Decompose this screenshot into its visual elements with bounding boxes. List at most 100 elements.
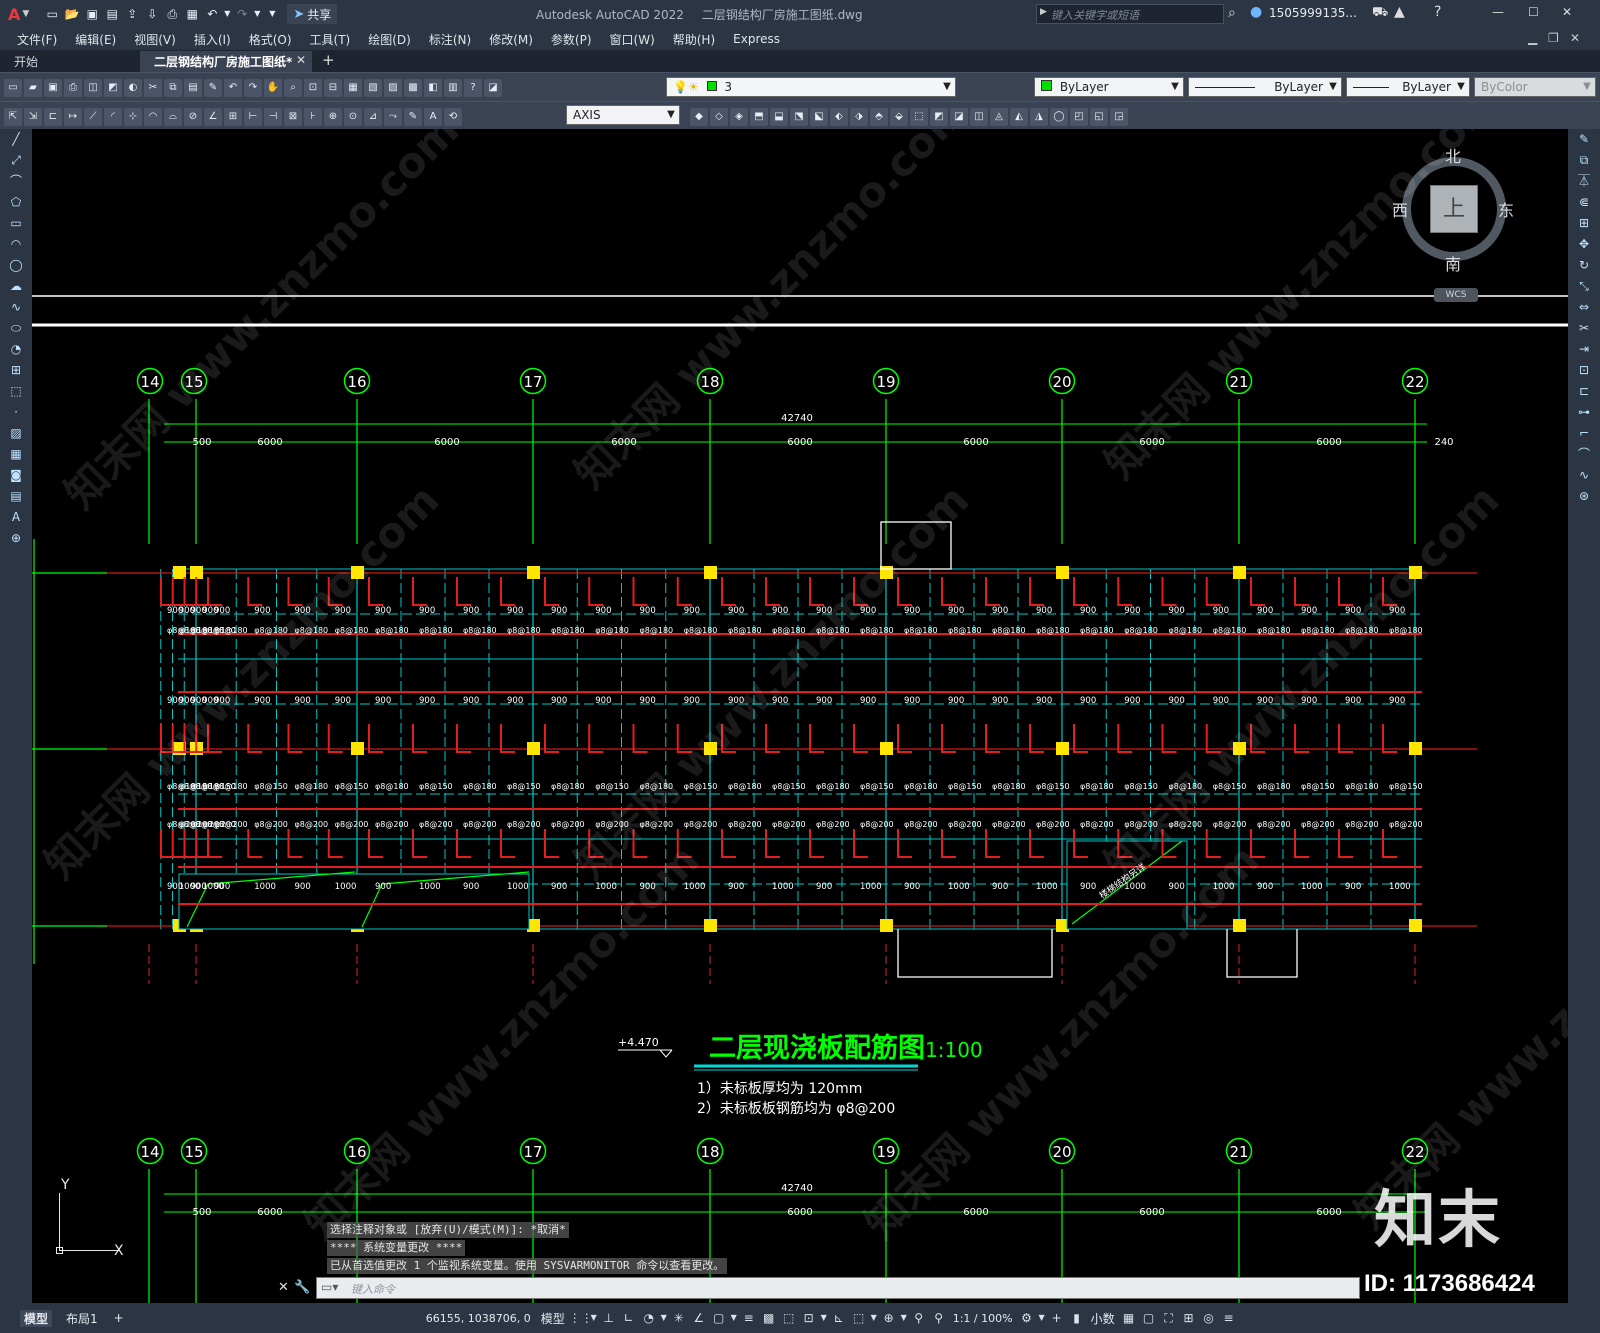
linetype-combo[interactable]: ByLayer ▼ — [1188, 77, 1342, 97]
customize-qat-icon[interactable]: ▼ — [263, 5, 281, 23]
insert-block-icon[interactable]: ⊞ — [0, 360, 32, 381]
imprint-icon[interactable]: ◬ — [990, 107, 1008, 126]
quickcalc-icon[interactable]: ▥ — [444, 78, 462, 97]
menu-file[interactable]: 文件(F) — [8, 31, 66, 48]
viewcube[interactable]: 上 北 南 西 东 — [1392, 145, 1516, 274]
selection-filter-menu-icon[interactable]: ▼ — [869, 1308, 879, 1328]
cut-icon[interactable]: ✂ — [144, 78, 162, 97]
blend-curves-icon[interactable]: ∿ — [1568, 465, 1600, 486]
doc-restore-button[interactable]: ❐ — [1548, 31, 1559, 45]
erase-icon[interactable]: ✎ — [1568, 129, 1600, 150]
ucs-icon[interactable]: ◲ — [1110, 107, 1128, 126]
doc-minimize-button[interactable]: ▁ — [1528, 31, 1537, 45]
properties-icon[interactable]: ▦ — [344, 78, 362, 97]
layer-combo[interactable]: 💡☀ 3 ▼ — [666, 77, 956, 97]
menu-dimension[interactable]: 标注(N) — [420, 31, 480, 48]
copy-icon[interactable]: ⧉ — [164, 78, 182, 97]
autodesk-a360-icon[interactable]: ▲ — [1394, 4, 1405, 20]
menu-edit[interactable]: 编辑(E) — [66, 31, 125, 48]
menu-parametric[interactable]: 参数(P) — [542, 31, 601, 48]
osnap-tracking-icon[interactable]: ∠ — [689, 1308, 709, 1328]
menu-draw[interactable]: 绘图(D) — [359, 31, 420, 48]
menu-modify[interactable]: 修改(M) — [480, 31, 542, 48]
new-tab-button[interactable]: + — [312, 51, 345, 72]
break-icon[interactable]: ⊏ — [1568, 381, 1600, 402]
table-icon[interactable]: ▤ — [0, 486, 32, 507]
slice-icon[interactable]: ◪ — [950, 107, 968, 126]
polyline-icon[interactable]: ⌒ — [0, 171, 32, 192]
command-prompt-icon[interactable]: ▭▾ — [321, 1280, 338, 1294]
menu-format[interactable]: 格式(O) — [240, 31, 301, 48]
intersect-icon[interactable]: ◩ — [930, 107, 948, 126]
lineweight-icon[interactable]: ≡ — [739, 1308, 759, 1328]
check-icon[interactable]: ◯ — [1050, 107, 1068, 126]
color-combo[interactable]: ByLayer ▼ — [1034, 77, 1184, 97]
plot-icon[interactable]: ⎙ — [64, 78, 82, 97]
polar-icon[interactable]: ◔ — [639, 1308, 659, 1328]
extrude-icon[interactable]: ⬕ — [810, 107, 828, 126]
menu-window[interactable]: 窗口(W) — [601, 31, 664, 48]
publish-icon[interactable]: ◩ — [104, 78, 122, 97]
command-input[interactable]: ▭▾ 键入命令 — [316, 1277, 1360, 1299]
cart-icon[interactable]: ⛟ — [1372, 5, 1388, 22]
minimize-button[interactable]: — — [1492, 5, 1504, 19]
tolerance-icon[interactable]: ⊕ — [324, 107, 342, 126]
isodraft-icon[interactable]: ✳ — [669, 1308, 689, 1328]
ortho-icon[interactable]: ∟ — [619, 1308, 639, 1328]
redo-dropdown-icon[interactable]: ▼ — [253, 5, 261, 23]
trim-icon[interactable]: ✂ — [1568, 318, 1600, 339]
search-box[interactable]: ▶ 键入关键字或短语 — [1036, 4, 1224, 24]
jogged-icon[interactable]: ⌓ — [164, 107, 182, 126]
lineweight-combo[interactable]: ByLayer ▼ — [1346, 77, 1470, 97]
sweep-icon[interactable]: ⬗ — [850, 107, 868, 126]
design-center-icon[interactable]: ▧ — [364, 78, 382, 97]
layout-tab-layout1[interactable]: 布局1 — [62, 1310, 102, 1327]
dim-break-icon[interactable]: ⊦ — [304, 107, 322, 126]
export-icon[interactable]: ⇩ — [143, 5, 161, 23]
diameter-icon[interactable]: ⊘ — [184, 107, 202, 126]
lock-ui-icon[interactable]: ▢ — [1139, 1308, 1159, 1328]
plot-icon[interactable]: ▦ — [183, 5, 201, 23]
ellipse-arc-icon[interactable]: ◔ — [0, 339, 32, 360]
revision-cloud-icon[interactable]: ☁ — [0, 276, 32, 297]
jog-line-icon[interactable]: ⤳ — [384, 107, 402, 126]
undo-icon[interactable]: ↶ — [203, 5, 221, 23]
preview-icon[interactable]: ◫ — [84, 78, 102, 97]
save-icon[interactable]: ▣ — [44, 78, 62, 97]
open-icon[interactable]: ▰ — [24, 78, 42, 97]
snap-icon[interactable]: ⊥ — [599, 1308, 619, 1328]
tool-palettes-icon[interactable]: ▨ — [384, 78, 402, 97]
join-icon[interactable]: ⊶ — [1568, 402, 1600, 423]
paste-icon[interactable]: ▤ — [184, 78, 202, 97]
mirror-icon[interactable]: ⏄ — [1568, 171, 1600, 192]
grid-icon[interactable]: ⋮⋮ — [569, 1308, 593, 1328]
app-menu-dropdown-icon[interactable]: ▼ — [22, 9, 29, 19]
angular-icon[interactable]: ∠ — [204, 107, 222, 126]
scale-icon[interactable]: ⤡ — [1568, 276, 1600, 297]
stretch-icon[interactable]: ⇔ — [1568, 297, 1600, 318]
drawing-canvas[interactable]: 42740 42740 500 6000 6000 6000 6000 6000 6000 600… — [32, 129, 1568, 1303]
import-icon[interactable]: ⇪ — [123, 5, 141, 23]
cylinder-icon[interactable]: ⬓ — [770, 107, 788, 126]
add-selected-icon[interactable]: ⊕ — [0, 528, 32, 549]
command-customize-icon[interactable]: 🔧 — [294, 1280, 310, 1295]
arc-icon[interactable]: ◠ — [0, 234, 32, 255]
annotation-monitor-icon[interactable]: + — [1047, 1308, 1067, 1328]
dim-text-edit-icon[interactable]: A — [424, 107, 442, 126]
maximize-button[interactable]: ☐ — [1528, 5, 1539, 19]
auto-scale-icon[interactable]: ⚲ — [929, 1308, 949, 1328]
zoom-previous-icon[interactable]: ⊟ — [324, 78, 342, 97]
chamfer-icon[interactable]: ⌐ — [1568, 423, 1600, 444]
separate-icon[interactable]: ◭ — [1010, 107, 1028, 126]
viewcube-south[interactable]: 南 — [1445, 251, 1461, 275]
close-button[interactable]: ✕ — [1562, 5, 1572, 19]
sheet-set-icon[interactable]: ▩ — [404, 78, 422, 97]
arc-length-icon[interactable]: ◜ — [104, 107, 122, 126]
3d-dwf-icon[interactable]: ◐ — [124, 78, 142, 97]
continue-icon[interactable]: ⊣ — [264, 107, 282, 126]
gizmo-menu-icon[interactable]: ▼ — [899, 1308, 909, 1328]
save-icon[interactable]: ▣ — [83, 5, 101, 23]
new-file-icon[interactable]: ▭ — [43, 5, 61, 23]
help-icon[interactable]: ? — [1434, 4, 1441, 20]
baseline-icon[interactable]: ⊢ — [244, 107, 262, 126]
